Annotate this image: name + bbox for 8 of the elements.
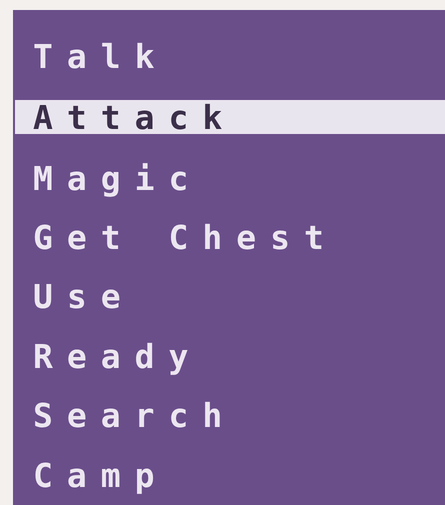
menu-item[interactable]: Get Chest [15,208,445,268]
menu-item[interactable]: Camp [15,446,445,505]
menu-item[interactable]: Search [15,386,445,446]
menu-item[interactable]: Magic [15,148,445,208]
menu-item[interactable]: Ready [15,326,445,386]
menu-item[interactable]: Talk [15,27,445,86]
menu-item[interactable]: Attack [15,100,445,134]
menu-item[interactable]: Use [15,267,445,327]
